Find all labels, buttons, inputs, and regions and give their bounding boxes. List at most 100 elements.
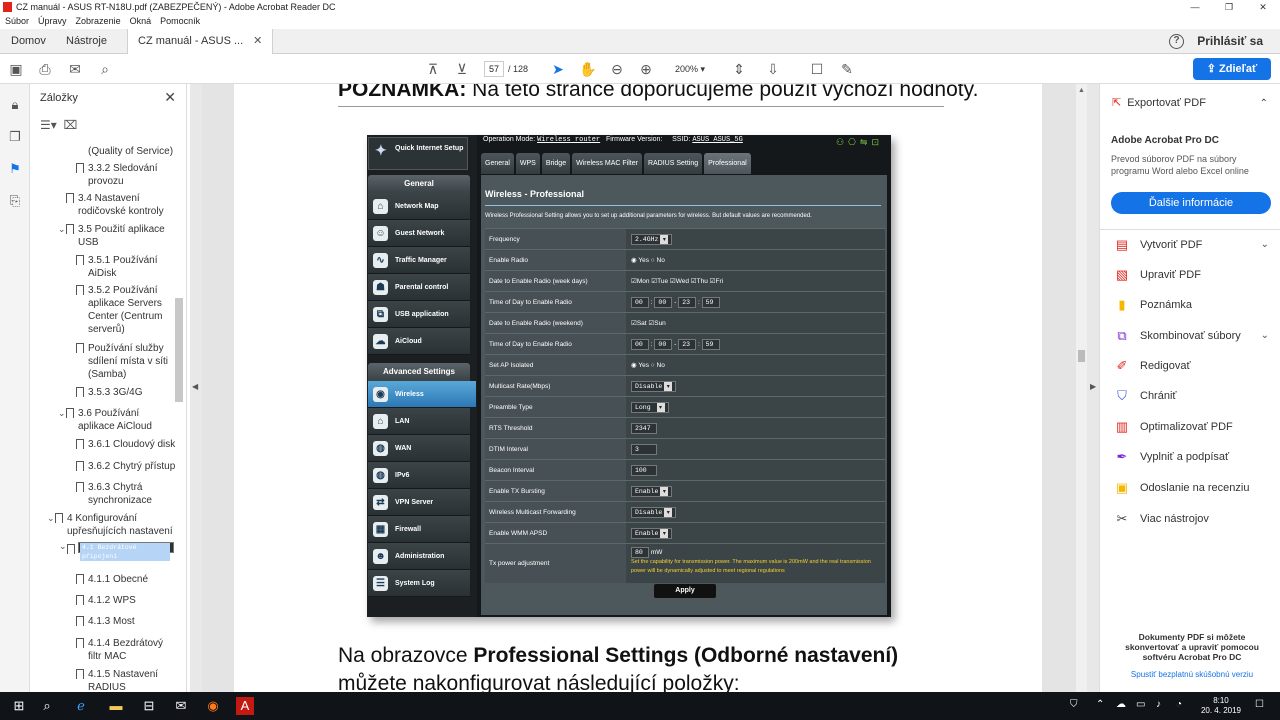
search-icon[interactable]: ⌕ bbox=[38, 697, 56, 715]
acrobat-taskbar-icon[interactable]: A bbox=[236, 697, 254, 715]
chevron-down-icon[interactable]: ⌄ bbox=[1261, 327, 1269, 345]
fit-page-icon[interactable]: ⇕ bbox=[730, 60, 748, 78]
tool-fill-sign[interactable]: ✒ Vyplniť a podpísať bbox=[1114, 448, 1279, 466]
bookmark-item[interactable]: 3.3.2 Sledování provozu bbox=[76, 162, 178, 188]
collapse-icon[interactable]: ⌄ bbox=[58, 223, 66, 236]
cloud-icon[interactable]: ☁ bbox=[1116, 699, 1126, 710]
mail-icon[interactable]: ✉ bbox=[172, 697, 190, 715]
bookmark-item[interactable]: 3.5.1 Používání AiDisk bbox=[76, 254, 178, 280]
bookmark-item[interactable]: 4.1.1 Obecné bbox=[76, 573, 178, 586]
bookmark-item[interactable]: 4.1.2 WPS bbox=[76, 594, 178, 607]
comment-icon[interactable]: ☐ bbox=[808, 60, 826, 78]
bookmark-item[interactable]: ⌄ 3.6 Používání aplikace AiCloud bbox=[58, 407, 178, 433]
bookmarks-scrollbar[interactable] bbox=[175, 298, 183, 402]
bookmark-item[interactable]: 3.6.3 Chytrá synchronizace bbox=[76, 481, 178, 507]
share-button[interactable]: ⇪ Zdieľať bbox=[1193, 58, 1271, 80]
network-icon[interactable]: ▭ bbox=[1136, 699, 1145, 710]
tool-more-tools[interactable]: ✂ Viac nástrojov bbox=[1114, 510, 1279, 528]
bookmark-item[interactable]: 3.6.2 Chytrý přístup bbox=[76, 460, 184, 473]
next-page-icon[interactable]: ⊻ bbox=[453, 60, 471, 78]
zoom-out-icon[interactable]: ⊖ bbox=[608, 60, 626, 78]
bookmark-options-icon[interactable]: ☰▾ ⌧ bbox=[40, 118, 77, 132]
tool-protect[interactable]: ⛉ Chrániť bbox=[1114, 387, 1279, 405]
bookmark-item[interactable]: 3.4 Nastavení rodičovské kontroly bbox=[66, 192, 178, 218]
nav-parental-control: ☗ Parental control bbox=[368, 274, 470, 301]
collapse-icon[interactable]: ⌄ bbox=[59, 543, 67, 552]
page-thumbnails-icon[interactable]: ❐ bbox=[7, 129, 23, 145]
bookmark-item[interactable]: 4.1.3 Most bbox=[76, 615, 178, 628]
hand-tool-icon[interactable]: ✋ bbox=[579, 60, 597, 78]
tool-send-review[interactable]: ▣ Odoslanie na recenziu bbox=[1114, 479, 1279, 497]
firefox-icon[interactable]: ◉ bbox=[204, 697, 222, 715]
chevron-up-icon[interactable]: ⌃ bbox=[1260, 98, 1268, 109]
zoom-dropdown[interactable]: 200% ▾ bbox=[665, 61, 715, 77]
tool-create-pdf[interactable]: ▤ Vytvoriť PDF ⌄ bbox=[1114, 236, 1279, 254]
left-panel-collapse[interactable]: ◀ bbox=[190, 84, 202, 692]
export-pdf-header[interactable]: ⇱ Exportovať PDF bbox=[1112, 96, 1206, 109]
windows-start-icon[interactable]: ⊞ bbox=[10, 697, 28, 715]
print-icon[interactable]: ⎙ bbox=[36, 60, 54, 78]
edge-icon[interactable]: ℯ bbox=[72, 697, 90, 715]
bookmark-item[interactable]: (Quality of Service) bbox=[88, 145, 178, 158]
scroll-thumb[interactable] bbox=[1078, 350, 1085, 362]
menu-edit[interactable]: Úpravy bbox=[38, 14, 67, 29]
menu-window[interactable]: Okná bbox=[130, 14, 152, 29]
free-trial-link[interactable]: Spustiť bezplatnú skúšobnú verziu bbox=[1112, 670, 1272, 679]
tab-document[interactable]: CZ manuál - ASUS ... ✕ bbox=[127, 29, 274, 54]
bookmark-item-selected[interactable]: ⌄ 4.1 Bezdrátové připojení bbox=[59, 542, 174, 561]
antivirus-icon[interactable]: ⛉ bbox=[1070, 699, 1078, 710]
menu-view[interactable]: Zobrazenie bbox=[76, 14, 121, 29]
close-icon[interactable]: ✕ bbox=[1246, 0, 1280, 14]
tool-redact[interactable]: ✐ Redigovať bbox=[1114, 357, 1279, 375]
file-explorer-icon[interactable]: ▬ bbox=[107, 697, 125, 715]
restore-icon[interactable]: ❐ bbox=[1212, 0, 1246, 14]
system-clock[interactable]: 8:10 20. 4. 2019 bbox=[1201, 696, 1241, 716]
minimize-icon[interactable]: — bbox=[1178, 0, 1212, 14]
tool-comment[interactable]: ▮ Poznámka bbox=[1114, 296, 1279, 314]
sign-in-button[interactable]: Prihlásiť sa bbox=[1197, 29, 1263, 54]
bookmark-item[interactable]: 3.5.2 Používání aplikace Servers Center … bbox=[76, 284, 178, 336]
bookmark-item[interactable]: 3.6.1 Cloudový disk bbox=[76, 438, 184, 451]
tool-edit-pdf[interactable]: ▧ Upraviť PDF bbox=[1114, 266, 1279, 284]
previous-page-icon[interactable]: ⊼ bbox=[424, 60, 442, 78]
bookmark-item[interactable]: 4.1.4 Bezdrátový filtr MAC bbox=[76, 637, 178, 663]
scroll-mode-icon[interactable]: ⇩ bbox=[764, 60, 782, 78]
attachment-icon[interactable]: ⎘ bbox=[7, 193, 23, 209]
bookmark-item[interactable]: ⌄ 4 Konfigurování upřesňujících nastavení bbox=[47, 512, 177, 538]
help-icon[interactable]: ? bbox=[1169, 34, 1184, 49]
tool-optimize[interactable]: ▥ Optimalizovať PDF bbox=[1114, 418, 1279, 436]
zoom-in-icon[interactable]: ⊕ bbox=[637, 60, 655, 78]
save-icon[interactable]: ▣ bbox=[7, 60, 25, 78]
tool-combine[interactable]: ⧉ Skombinovať súbory ⌄ bbox=[1114, 327, 1279, 345]
right-panel-collapse[interactable]: ▶ bbox=[1087, 84, 1099, 692]
bookmark-page-icon bbox=[76, 616, 84, 626]
menu-help[interactable]: Pomocník bbox=[160, 14, 200, 29]
lock-icon[interactable]: 🔒︎ bbox=[7, 97, 23, 113]
bookmark-item[interactable]: 4.1.5 Nastavení RADIUS bbox=[76, 668, 178, 692]
menu-file[interactable]: Súbor bbox=[5, 14, 29, 29]
collapse-icon[interactable]: ⌄ bbox=[58, 407, 66, 420]
close-tab-icon[interactable]: ✕ bbox=[253, 35, 262, 47]
document-scrollbar[interactable]: ▲ bbox=[1076, 84, 1087, 692]
page-number-input[interactable]: 57 bbox=[484, 61, 504, 77]
chevron-down-icon[interactable]: ⌄ bbox=[1261, 236, 1269, 254]
select-tool-icon[interactable]: ➤ bbox=[549, 60, 567, 78]
bookmark-item[interactable]: 3.5.3 3G/4G bbox=[76, 386, 178, 399]
tab-tools[interactable]: Nástroje bbox=[66, 29, 107, 54]
highlight-icon[interactable]: ✎ bbox=[838, 60, 856, 78]
tab-home[interactable]: Domov bbox=[11, 29, 46, 54]
search-icon[interactable]: ⌕ bbox=[96, 60, 114, 78]
bookmark-item[interactable]: ⌄ 3.5 Použití aplikace USB bbox=[58, 223, 178, 249]
email-icon[interactable]: ✉ bbox=[66, 60, 84, 78]
scroll-up-icon[interactable]: ▲ bbox=[1078, 87, 1085, 94]
bookmark-icon[interactable]: ⚑ bbox=[7, 161, 23, 177]
collapse-icon[interactable]: ⌄ bbox=[47, 512, 55, 525]
tray-chevron-icon[interactable]: ⌃ bbox=[1096, 699, 1104, 710]
more-info-button[interactable]: Ďalšie informácie bbox=[1111, 192, 1271, 214]
wifi-icon[interactable]: ◔ bbox=[1176, 699, 1182, 710]
notification-icon[interactable]: ☐ bbox=[1255, 699, 1264, 710]
volume-icon[interactable]: ♪ bbox=[1156, 699, 1161, 710]
store-icon[interactable]: ⊟ bbox=[140, 697, 158, 715]
bookmark-item[interactable]: Používání služby sdílení místa v síti (S… bbox=[76, 342, 178, 381]
close-panel-icon[interactable]: ✕ bbox=[164, 89, 176, 106]
